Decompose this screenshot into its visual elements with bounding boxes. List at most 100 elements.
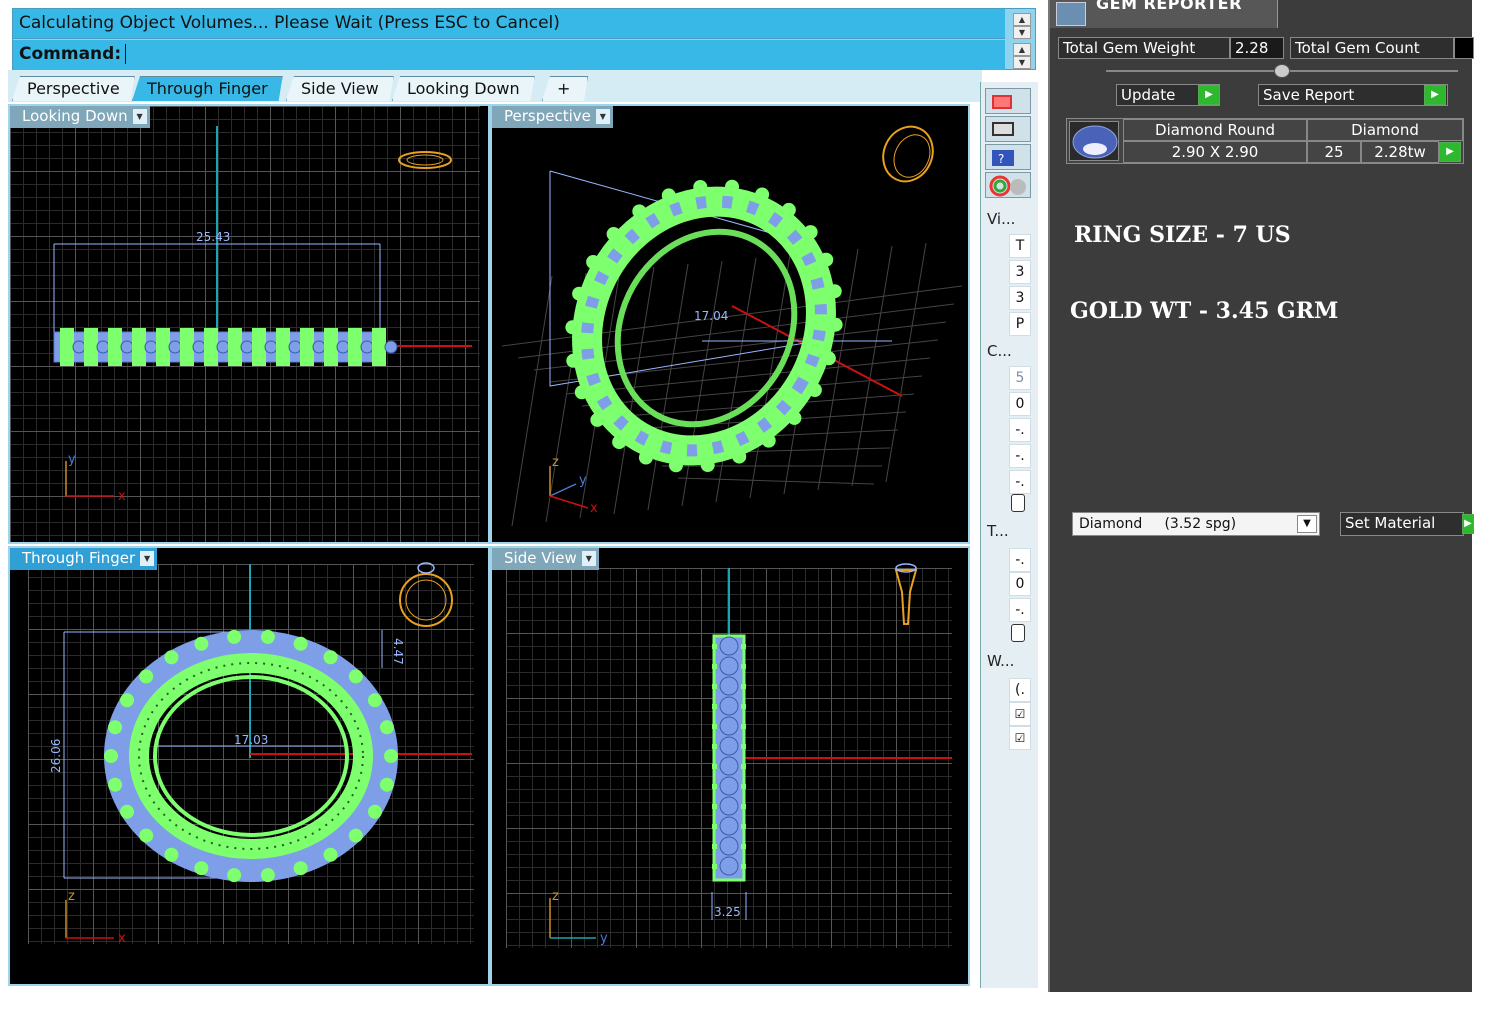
section-w[interactable]: W...: [987, 648, 1027, 674]
prong: [227, 868, 242, 883]
prong: [293, 636, 308, 651]
prong: [586, 255, 601, 269]
play-icon[interactable]: ▶: [1424, 85, 1446, 105]
side-item[interactable]: 5: [1009, 366, 1031, 390]
viewport-label[interactable]: Looking Down ▼: [10, 106, 150, 128]
side-item[interactable]: -.: [1009, 548, 1031, 572]
prong: [741, 844, 746, 849]
side-item[interactable]: T: [1009, 234, 1031, 258]
gem-list-row[interactable]: Diamond Round Diamond 2.90 X 2.90 25 2.2…: [1066, 118, 1464, 164]
gem: [240, 340, 254, 354]
section-c[interactable]: C...: [987, 338, 1027, 364]
viewport-label-text: Looking Down: [22, 107, 128, 125]
viewport-label[interactable]: Through Finger ▼: [10, 548, 158, 570]
prong: [572, 286, 587, 301]
monitor-icon[interactable]: [985, 116, 1031, 142]
chevron-down-icon[interactable]: ▼: [595, 109, 610, 124]
prong: [566, 353, 581, 368]
prong: [741, 704, 746, 709]
book-icon[interactable]: [985, 88, 1031, 114]
prong: [741, 744, 746, 749]
gem: [719, 716, 739, 736]
gem-size: 2.90 X 2.90: [1123, 141, 1307, 163]
scroll-up-icon[interactable]: ▲: [1013, 13, 1031, 26]
gem: [719, 636, 739, 656]
slider-handle-icon[interactable]: [1011, 494, 1025, 512]
command-label: Command:: [19, 44, 122, 64]
viewport-label[interactable]: Side View ▼: [492, 548, 599, 570]
prong: [741, 824, 746, 829]
prong: [348, 669, 363, 684]
prong: [606, 227, 621, 242]
prong: [612, 435, 627, 450]
tab-through-finger[interactable]: Through Finger: [132, 76, 283, 101]
axis-x-label: x: [118, 489, 126, 504]
gem-material: Diamond: [1307, 119, 1463, 141]
ring-size-note: RING SIZE - 7 US: [1074, 222, 1291, 248]
dimension-label: 3.25: [714, 905, 741, 919]
axis-z-label: z: [552, 889, 559, 904]
side-item[interactable]: -.: [1009, 598, 1031, 622]
play-icon[interactable]: ▶: [1439, 142, 1461, 162]
side-item[interactable]: (.: [1009, 678, 1031, 702]
dimension-height-label: 26.06: [49, 739, 63, 773]
section-t[interactable]: T...: [987, 518, 1027, 544]
scroll-down-icon[interactable]: ▼: [1013, 26, 1031, 39]
prong: [139, 669, 154, 684]
tab-side-view[interactable]: Side View: [286, 76, 394, 101]
prong: [84, 328, 98, 366]
help-icon[interactable]: ?: [985, 144, 1031, 170]
side-item[interactable]: 3: [1009, 260, 1031, 284]
color-wheel-icon[interactable]: [985, 172, 1031, 198]
side-item[interactable]: 0: [1009, 572, 1031, 596]
command-line[interactable]: Command:: [13, 40, 1005, 70]
tab-looking-down[interactable]: Looking Down: [392, 76, 535, 101]
side-item[interactable]: P: [1009, 312, 1031, 336]
gem: [312, 340, 326, 354]
prong: [741, 724, 746, 729]
axis-z-label: z: [68, 889, 75, 904]
prong: [276, 328, 290, 366]
viewport-looking-down[interactable]: 25.43 y x Looking Down ▼: [8, 104, 490, 544]
play-icon[interactable]: ▶: [1198, 85, 1220, 105]
chevron-down-icon[interactable]: ▼: [132, 109, 147, 124]
chevron-down-icon[interactable]: ▼: [140, 551, 155, 566]
prong: [156, 328, 170, 366]
side-item[interactable]: -.: [1009, 418, 1031, 442]
command-scroll-down-icon[interactable]: ▼: [1013, 56, 1031, 69]
checkbox-icon[interactable]: ☑: [1009, 726, 1031, 750]
prong: [828, 317, 843, 332]
prong: [139, 828, 154, 843]
slider-handle-icon[interactable]: [1011, 624, 1025, 642]
total-gem-count-value: [1454, 37, 1474, 59]
side-item[interactable]: -.: [1009, 470, 1031, 494]
command-scroll-up-icon[interactable]: ▲: [1013, 43, 1031, 56]
set-material-button[interactable]: Set Material: [1340, 512, 1464, 536]
side-item[interactable]: 3: [1009, 286, 1031, 310]
side-item[interactable]: 0: [1009, 392, 1031, 416]
checkbox-icon[interactable]: ☑: [1009, 702, 1031, 726]
viewport-tab-strip: Perspective Through Finger Side View Loo…: [8, 70, 982, 102]
add-tab-button[interactable]: +: [542, 76, 588, 101]
gem: [719, 696, 739, 716]
viewport-label[interactable]: Perspective ▼: [492, 106, 613, 128]
gem: [719, 736, 739, 756]
chevron-down-icon[interactable]: ▼: [581, 551, 596, 566]
tab-perspective[interactable]: Perspective: [12, 76, 135, 101]
chevron-down-icon[interactable]: ▼: [1297, 515, 1317, 533]
play-icon[interactable]: ▶: [1462, 514, 1474, 534]
gem: [288, 340, 302, 354]
prong: [661, 188, 676, 203]
gem: [360, 340, 374, 354]
viewport-through-finger[interactable]: 17.03 26.06 4.47 z x Through Finger ▼: [8, 546, 490, 986]
gem: [72, 340, 86, 354]
viewport-side-view[interactable]: 3.25 z y Side View ▼: [490, 546, 970, 986]
slider-thumb[interactable]: [1274, 64, 1290, 78]
viewport-perspective[interactable]: 17.04 z y x Perspective ▼: [490, 104, 970, 544]
prong: [741, 784, 746, 789]
side-item[interactable]: -.: [1009, 444, 1031, 468]
status-line: Calculating Object Volumes... Please Wai…: [13, 9, 1005, 39]
material-select[interactable]: Diamond (3.52 spg) ▼: [1072, 512, 1320, 536]
save-report-button[interactable]: Save Report: [1258, 84, 1448, 106]
section-view[interactable]: Vi...: [987, 206, 1027, 232]
